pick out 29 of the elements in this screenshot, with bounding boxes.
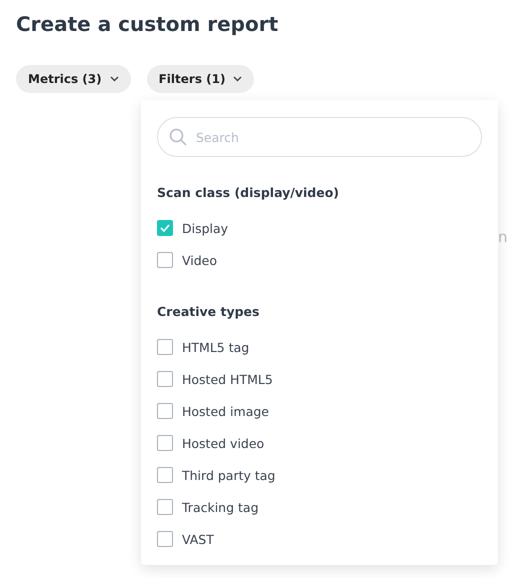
checkbox[interactable] [157,403,173,419]
search-icon [169,128,187,146]
page-title: Create a custom report [16,11,280,38]
checkbox[interactable] [157,339,173,355]
checkbox[interactable] [157,467,173,483]
checkbox[interactable] [157,531,173,547]
section-heading: Creative types [157,304,260,319]
checkbox[interactable] [157,499,173,515]
search-field[interactable]: Search [157,117,482,157]
checkbox-option[interactable]: Display [157,212,482,244]
filter-chip[interactable]: Filters (1) [146,65,254,93]
checkbox-option[interactable]: VAST [157,523,482,555]
checkbox[interactable] [157,371,173,387]
check-icon [160,224,170,232]
checkbox-option[interactable]: Video [157,244,482,276]
background-text: n [498,228,508,246]
checkbox-option[interactable]: Hosted video [157,427,482,459]
checkbox[interactable] [157,435,173,451]
checkbox[interactable] [157,252,173,268]
checkbox-option[interactable]: Third party tag [157,459,482,491]
checkbox-option[interactable]: HTML5 tag [157,331,482,363]
checkbox-option[interactable]: Hosted image [157,395,482,427]
checkbox[interactable] [157,220,173,236]
chevron-icon [110,76,119,82]
checkbox-option[interactable]: Hosted HTML5 [157,363,482,395]
section-heading: Scan class (display/video) [157,185,340,200]
chevron-icon [233,76,242,82]
filter-chip[interactable]: Metrics (3) [16,65,131,93]
checkbox-option[interactable]: Tracking tag [157,491,482,523]
